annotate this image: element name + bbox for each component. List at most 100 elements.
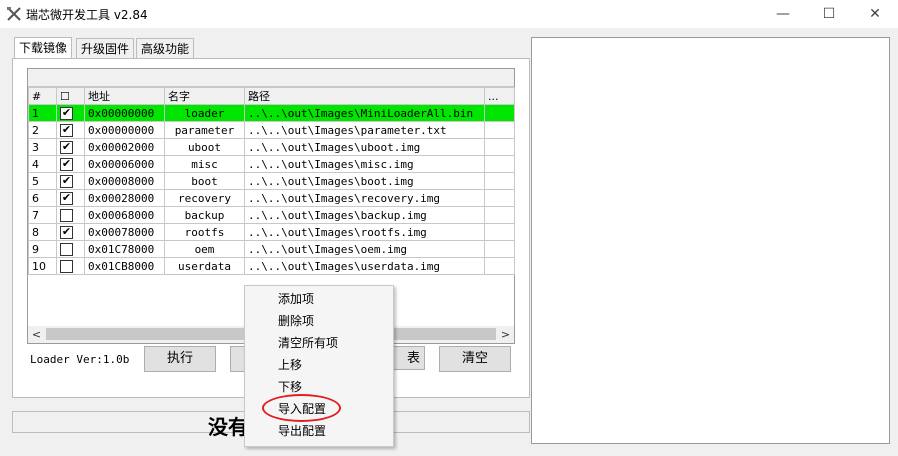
- row-address: 0x00006000: [84, 155, 165, 173]
- checked-checkbox-icon[interactable]: ✔: [60, 225, 73, 239]
- row-path: ..\..\out\Images\misc.img: [244, 155, 485, 173]
- col-header-name[interactable]: 名字: [164, 87, 245, 105]
- row-index: 3: [28, 138, 57, 156]
- table-row[interactable]: 8 ✔ 0x00078000 rootfs ..\..\out\Images\rootf…: [28, 223, 515, 241]
- row-address: 0x00068000: [84, 206, 165, 224]
- execute-button[interactable]: 执行: [144, 346, 216, 372]
- col-header-index[interactable]: #: [28, 87, 57, 105]
- menu-item-clear-all[interactable]: 清空所有项: [278, 333, 338, 353]
- table-row[interactable]: 7 0x00068000 backup ..\..\out\Images\backup…: [28, 206, 515, 224]
- row-address: 0x00008000: [84, 172, 165, 190]
- col-header-path[interactable]: 路径: [244, 87, 485, 105]
- highlight-oval: [262, 394, 341, 422]
- row-index: 1: [28, 104, 57, 122]
- row-checkbox[interactable]: [56, 257, 85, 275]
- checked-checkbox-icon[interactable]: ✔: [60, 191, 73, 205]
- row-extra: [484, 155, 515, 173]
- col-header-extra[interactable]: ...: [484, 87, 515, 105]
- scroll-right-icon[interactable]: >: [497, 326, 514, 343]
- minimize-button[interactable]: —: [760, 0, 806, 28]
- col-header-address[interactable]: 地址: [84, 87, 165, 105]
- title-bar: 瑞芯微开发工具 v2.84 — ☐ ✕: [0, 0, 898, 28]
- window-title: 瑞芯微开发工具 v2.84: [26, 8, 148, 22]
- row-name: parameter: [164, 121, 245, 139]
- row-name: loader: [164, 104, 245, 122]
- row-checkbox[interactable]: ✔: [56, 138, 85, 156]
- row-name: backup: [164, 206, 245, 224]
- checked-checkbox-icon[interactable]: ✔: [60, 157, 73, 171]
- col-header-check[interactable]: ☐: [56, 87, 85, 105]
- crossed-tools-icon: [7, 7, 21, 21]
- partition-grid: # ☐ 地址 名字 路径 ... 1 ✔ 0x00000000 loader ..\..…: [28, 87, 515, 275]
- row-address: 0x00028000: [84, 189, 165, 207]
- table-row[interactable]: 5 ✔ 0x00008000 boot ..\..\out\Images\boot.im…: [28, 172, 515, 190]
- row-checkbox[interactable]: ✔: [56, 223, 85, 241]
- row-path: ..\..\out\Images\userdata.img: [244, 257, 485, 275]
- row-address: 0x00000000: [84, 104, 165, 122]
- row-extra: [484, 189, 515, 207]
- row-address: 0x00000000: [84, 121, 165, 139]
- row-name: uboot: [164, 138, 245, 156]
- row-name: misc: [164, 155, 245, 173]
- row-extra: [484, 240, 515, 258]
- row-path: ..\..\out\Images\parameter.txt: [244, 121, 485, 139]
- row-checkbox[interactable]: ✔: [56, 121, 85, 139]
- table-row[interactable]: 4 ✔ 0x00006000 misc ..\..\out\Images\misc.im…: [28, 155, 515, 173]
- row-checkbox[interactable]: ✔: [56, 172, 85, 190]
- table-row[interactable]: 2 ✔ 0x00000000 parameter ..\..\out\Images\pa…: [28, 121, 515, 139]
- row-extra: [484, 138, 515, 156]
- row-name: boot: [164, 172, 245, 190]
- menu-item-export-config[interactable]: 导出配置: [278, 421, 326, 441]
- table-group-header: [28, 69, 514, 87]
- table-row[interactable]: 6 ✔ 0x00028000 recovery ..\..\out\Images\rec…: [28, 189, 515, 207]
- row-extra: [484, 104, 515, 122]
- checked-checkbox-icon[interactable]: ✔: [60, 123, 73, 137]
- loader-version: Loader Ver:1.0b: [30, 353, 130, 366]
- status-text: 没有: [208, 415, 248, 439]
- row-checkbox[interactable]: [56, 240, 85, 258]
- menu-item-add[interactable]: 添加项: [278, 289, 314, 309]
- row-index: 2: [28, 121, 57, 139]
- tab-advanced[interactable]: 高级功能: [136, 38, 195, 59]
- row-address: 0x01CB8000: [84, 257, 165, 275]
- context-menu: 添加项 删除项 清空所有项 上移 下移 导入配置 导出配置: [244, 285, 394, 447]
- row-name: userdata: [164, 257, 245, 275]
- checked-checkbox-icon[interactable]: ✔: [60, 106, 73, 120]
- row-path: ..\..\out\Images\uboot.img: [244, 138, 485, 156]
- row-address: 0x00002000: [84, 138, 165, 156]
- row-checkbox[interactable]: ✔: [56, 189, 85, 207]
- unchecked-checkbox-icon[interactable]: [60, 208, 73, 222]
- row-path: ..\..\out\Images\oem.img: [244, 240, 485, 258]
- menu-item-move-up[interactable]: 上移: [278, 355, 302, 375]
- row-address: 0x00078000: [84, 223, 165, 241]
- unchecked-checkbox-icon[interactable]: [60, 242, 73, 256]
- row-index: 5: [28, 172, 57, 190]
- row-path: ..\..\out\Images\rootfs.img: [244, 223, 485, 241]
- row-checkbox[interactable]: ✔: [56, 104, 85, 122]
- tab-upgrade-firmware[interactable]: 升级固件: [76, 38, 135, 59]
- table-row[interactable]: 3 ✔ 0x00002000 uboot ..\..\out\Images\uboot.…: [28, 138, 515, 156]
- unchecked-checkbox-icon[interactable]: [60, 259, 73, 273]
- row-name: rootfs: [164, 223, 245, 241]
- log-panel: [531, 37, 890, 444]
- maximize-button[interactable]: ☐: [806, 0, 852, 28]
- row-index: 8: [28, 223, 57, 241]
- row-checkbox[interactable]: [56, 206, 85, 224]
- table-row[interactable]: 10 0x01CB8000 userdata ..\..\out\Images\use…: [28, 257, 515, 275]
- checked-checkbox-icon[interactable]: ✔: [60, 174, 73, 188]
- checked-checkbox-icon[interactable]: ✔: [60, 140, 73, 154]
- row-address: 0x01C78000: [84, 240, 165, 258]
- row-index: 10: [28, 257, 57, 275]
- row-path: ..\..\out\Images\boot.img: [244, 172, 485, 190]
- table-row[interactable]: 1 ✔ 0x00000000 loader ..\..\out\Images\MiniL…: [28, 104, 515, 122]
- row-name: oem: [164, 240, 245, 258]
- row-index: 6: [28, 189, 57, 207]
- close-button[interactable]: ✕: [852, 0, 898, 28]
- menu-item-delete[interactable]: 删除项: [278, 311, 314, 331]
- scroll-left-icon[interactable]: <: [28, 326, 45, 343]
- tab-download-image[interactable]: 下载镜像: [14, 37, 73, 60]
- row-extra: [484, 206, 515, 224]
- clear-button[interactable]: 清空: [439, 346, 511, 372]
- table-row[interactable]: 9 0x01C78000 oem ..\..\out\Images\oem.img: [28, 240, 515, 258]
- row-checkbox[interactable]: ✔: [56, 155, 85, 173]
